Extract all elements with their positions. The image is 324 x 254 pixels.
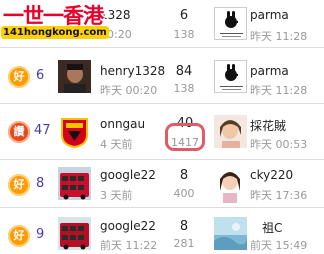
view-count: 400 (173, 187, 195, 200)
table-row: 讚 47 onngau 4 天前 40 1417 採花賊 昨天 00:53 (0, 104, 324, 160)
last-poster-avatar[interactable] (212, 165, 248, 203)
view-count: 138 (173, 28, 195, 41)
rank-number: 9 (36, 227, 45, 242)
person-photo-icon (58, 60, 91, 93)
last-post-time: 昨天 00:53 (250, 138, 308, 151)
last-post-time: 昨天 11:28 (250, 30, 308, 43)
author-time: 前天 11:22 (100, 239, 158, 252)
author-avatar[interactable] (58, 60, 91, 93)
landscape-photo-icon (214, 217, 247, 250)
author-name[interactable]: 1328 (100, 8, 131, 22)
last-poster-name[interactable]: parma (250, 64, 289, 78)
author-time: 昨天 00:20 (100, 84, 158, 97)
rank-number: 8 (36, 176, 45, 191)
table-row: 好 9 google22 前天 11:22 8 281 祖C 前天 15:49 (0, 208, 324, 254)
view-count-highlight (165, 123, 205, 151)
reply-count: 8 (179, 168, 189, 183)
good-badge-icon: 好 (8, 174, 30, 196)
rank-number: 6 (36, 68, 45, 83)
playboy-bunny-icon (215, 8, 246, 39)
double-decker-bus-icon (58, 217, 91, 250)
logo-url: 141hongkong.com (1, 26, 109, 39)
author-time: 3 天前 (100, 189, 133, 202)
playboy-bunny-icon (215, 61, 246, 92)
author-time: 4 天前 (100, 138, 133, 151)
praise-badge-icon: 讚 (8, 121, 30, 143)
last-poster-avatar[interactable] (214, 7, 247, 40)
author-name[interactable]: google22 (100, 168, 156, 182)
good-badge-icon: 好 (8, 66, 30, 88)
table-row: 好 6 henry1328 昨天 00:20 84 138 parma 昨天 1… (0, 48, 324, 104)
reply-count: 6 (179, 8, 189, 23)
last-poster-name[interactable]: 祖C (262, 219, 282, 236)
author-name[interactable]: onngau (100, 117, 145, 131)
person-photo-icon (214, 115, 247, 148)
last-poster-avatar[interactable] (214, 60, 247, 93)
last-poster-avatar[interactable] (214, 217, 247, 250)
last-poster-name[interactable]: cky220 (250, 168, 293, 182)
last-post-time: 昨天 17:36 (250, 189, 308, 202)
thread-list: 1328 00:20 6 138 parma 昨天 11:28 一世一香港 14… (0, 0, 324, 254)
last-poster-name[interactable]: 採花賊 (250, 117, 286, 134)
author-avatar[interactable] (58, 115, 91, 148)
reply-count: 8 (179, 219, 189, 234)
manchester-united-crest-icon (58, 115, 91, 148)
site-logo: 一世一香港 141hongkong.com (0, 0, 109, 46)
author-name[interactable]: henry1328 (100, 64, 165, 78)
author-avatar[interactable] (58, 217, 91, 250)
person-photo-icon (212, 165, 248, 203)
author-name[interactable]: google22 (100, 219, 156, 233)
table-row: 好 8 google22 3 天前 8 400 cky220 昨天 17:36 (0, 160, 324, 208)
reply-count: 84 (175, 64, 193, 79)
view-count: 281 (173, 237, 195, 250)
good-badge-icon: 好 (8, 225, 30, 247)
last-poster-avatar[interactable] (214, 115, 247, 148)
last-post-time: 昨天 11:28 (250, 84, 308, 97)
last-post-time: 前天 15:49 (250, 239, 308, 252)
view-count: 138 (173, 82, 195, 95)
author-avatar[interactable] (58, 167, 91, 200)
rank-number: 47 (34, 123, 51, 138)
double-decker-bus-icon (58, 167, 91, 200)
last-poster-name[interactable]: parma (250, 8, 289, 22)
